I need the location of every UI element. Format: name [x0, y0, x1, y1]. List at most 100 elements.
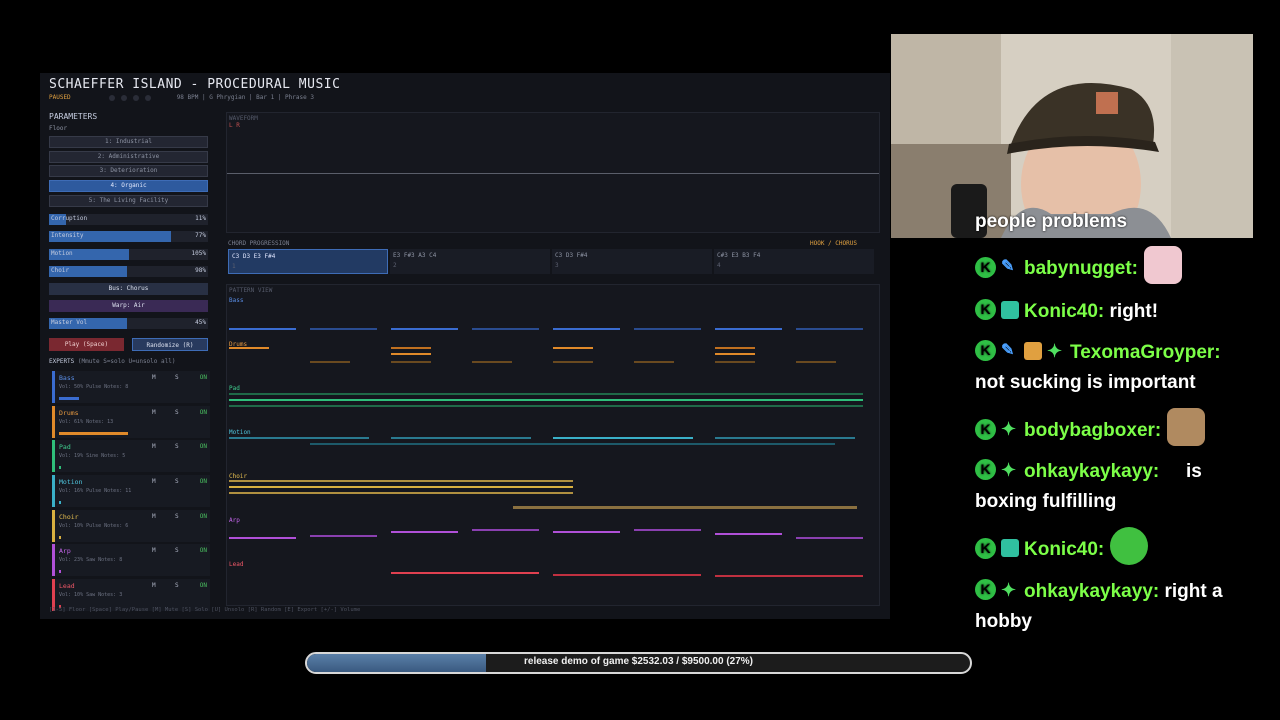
chord-index: 3: [555, 262, 559, 269]
intensity-slider[interactable]: Intensity 77%: [49, 231, 208, 242]
warp-button[interactable]: Warp: Air: [49, 300, 208, 312]
chat-text-line: is: [1186, 461, 1202, 482]
kick-badge-icon: K: [975, 579, 996, 601]
mute-button[interactable]: M: [152, 582, 156, 589]
chat-text: right a: [1164, 581, 1223, 602]
chord-slot-3[interactable]: C3 D3 F#4 3: [552, 249, 712, 274]
mute-button[interactable]: M: [152, 374, 156, 381]
solo-button[interactable]: S: [175, 513, 179, 520]
track-color-bar: [52, 475, 55, 507]
kick-badge-icon: K: [975, 299, 996, 321]
solo-button[interactable]: S: [175, 582, 179, 589]
chat-username: ohkaykaykayy:: [1024, 461, 1160, 482]
kick-badge-icon: K: [975, 340, 996, 362]
on-toggle[interactable]: ON: [200, 547, 207, 554]
slider-label: Choir: [51, 267, 70, 274]
motion-slider[interactable]: Motion 105%: [49, 249, 208, 260]
mute-button[interactable]: M: [152, 478, 156, 485]
app-title: SCHAEFFER ISLAND - PROCEDURAL MUSIC: [49, 77, 341, 92]
on-toggle[interactable]: ON: [200, 374, 207, 381]
track-bass[interactable]: Bass Vol: 50% Pulse Notes: 8 M S ON: [52, 371, 210, 403]
track-info: Vol: 50% Pulse Notes: 8: [59, 384, 129, 390]
sword-badge-icon: ✎: [1001, 258, 1015, 275]
mute-button[interactable]: M: [152, 547, 156, 554]
slider-label: Intensity: [51, 232, 84, 239]
track-name: Bass: [59, 374, 75, 382]
solo-button[interactable]: S: [175, 478, 179, 485]
indicator-dot: [144, 94, 151, 101]
solo-button[interactable]: S: [175, 409, 179, 416]
chord-name: C3 D3 F#4: [555, 252, 588, 259]
chat-username: ohkaykaykayy:: [1024, 581, 1160, 602]
chat-username: babynugget:: [1024, 258, 1138, 280]
kick-badge-icon: K: [975, 459, 996, 481]
indicator-dot: [108, 94, 115, 101]
gift-badge-icon: [1001, 539, 1019, 557]
chat-message: K ✦ ohkaykaykayy: right a: [975, 577, 1223, 607]
on-toggle[interactable]: ON: [200, 582, 207, 589]
sword-badge-icon: ✎: [1001, 341, 1015, 359]
track-arp[interactable]: Arp Vol: 23% Saw Notes: 8 M S ON: [52, 544, 210, 576]
music-app-window: SCHAEFFER ISLAND - PROCEDURAL MUSIC PAUS…: [40, 73, 890, 619]
choir-slider[interactable]: Choir 98%: [49, 266, 208, 277]
pattern-notes: [229, 328, 863, 577]
solo-button[interactable]: S: [175, 374, 179, 381]
chord-index: 1: [232, 263, 236, 270]
chat-text: not sucking is important: [975, 372, 1196, 393]
floor-button-living-facility[interactable]: 5: The Living Facility: [49, 195, 208, 207]
solo-button[interactable]: S: [175, 443, 179, 450]
on-toggle[interactable]: ON: [200, 513, 207, 520]
track-motion[interactable]: Motion Vol: 16% Pulse Notes: 11 M S ON: [52, 475, 210, 507]
gift-badge-icon: [1024, 341, 1042, 360]
on-toggle[interactable]: ON: [200, 443, 207, 450]
chat-username: bodybagboxer:: [1024, 420, 1162, 442]
mute-button[interactable]: M: [152, 513, 156, 520]
chat-username: TexomaGroyper:: [1070, 342, 1221, 363]
on-toggle[interactable]: ON: [200, 409, 207, 416]
chat-text: right!: [1109, 301, 1159, 322]
chord-slot-1[interactable]: C3 D3 E3 F#4 1: [228, 249, 388, 274]
floor-button-administrative[interactable]: 2: Administrative: [49, 151, 208, 163]
play-button[interactable]: Play (Space): [49, 338, 124, 351]
chat-username: Konic40:: [1024, 539, 1105, 561]
bus-chorus-button[interactable]: Bus: Chorus: [49, 283, 208, 295]
chord-heading: CHORD PROGRESSION: [228, 240, 290, 247]
master-volume-slider[interactable]: Master Vol 45%: [49, 318, 208, 329]
waveform-panel: WAVEFORM L R: [226, 112, 880, 233]
corruption-slider[interactable]: Corruption 11%: [49, 214, 208, 225]
chord-index: 2: [393, 262, 397, 269]
diamond-badge-icon: ✦: [1001, 419, 1017, 439]
track-name: Drums: [59, 409, 79, 417]
chord-slot-2[interactable]: E3 F#3 A3 C4 2: [390, 249, 550, 274]
floor-button-industrial[interactable]: 1: Industrial: [49, 136, 208, 148]
slider-value: 105%: [191, 250, 206, 257]
track-info: Vol: 19% Sine Notes: 5: [59, 453, 126, 459]
floor-button-organic[interactable]: 4: Organic: [49, 180, 208, 192]
slider-label: Motion: [51, 250, 73, 257]
mixer-heading: EXPERTS (Mmute S=solo U=unsolo all): [49, 358, 175, 365]
mute-button[interactable]: M: [152, 443, 156, 450]
donation-goal-bar: release demo of game $2532.03 / $9500.00…: [305, 652, 972, 674]
chord-index: 4: [717, 262, 721, 269]
on-toggle[interactable]: ON: [200, 478, 207, 485]
solo-button[interactable]: S: [175, 547, 179, 554]
chord-slot-4[interactable]: C#3 E3 B3 F4 4: [714, 249, 874, 274]
slider-label: Master Vol: [51, 319, 88, 326]
track-choir[interactable]: Choir Vol: 10% Pulse Notes: 6 M S ON: [52, 510, 210, 542]
track-color-bar: [52, 440, 55, 472]
randomize-button[interactable]: Randomize (R): [132, 338, 208, 351]
track-volume-bar: [59, 432, 128, 435]
slider-value: 77%: [195, 232, 206, 239]
slider-value: 98%: [195, 267, 206, 274]
drum-notes: [229, 347, 836, 363]
mute-button[interactable]: M: [152, 409, 156, 416]
track-pad[interactable]: Pad Vol: 19% Sine Notes: 5 M S ON: [52, 440, 210, 472]
kick-badge-icon: K: [975, 256, 996, 278]
floor-label: Floor: [49, 125, 68, 132]
track-info: Vol: 61% Notes: 13: [59, 419, 114, 425]
floor-button-deterioration[interactable]: 3: Deterioration: [49, 165, 208, 177]
chat-message: K ✎ ✦ TexomaGroyper:: [975, 338, 1221, 368]
slider-value: 45%: [195, 319, 206, 326]
track-drums[interactable]: Drums Vol: 61% Notes: 13 M S ON: [52, 406, 210, 438]
diamond-badge-icon: ✦: [1001, 459, 1017, 480]
